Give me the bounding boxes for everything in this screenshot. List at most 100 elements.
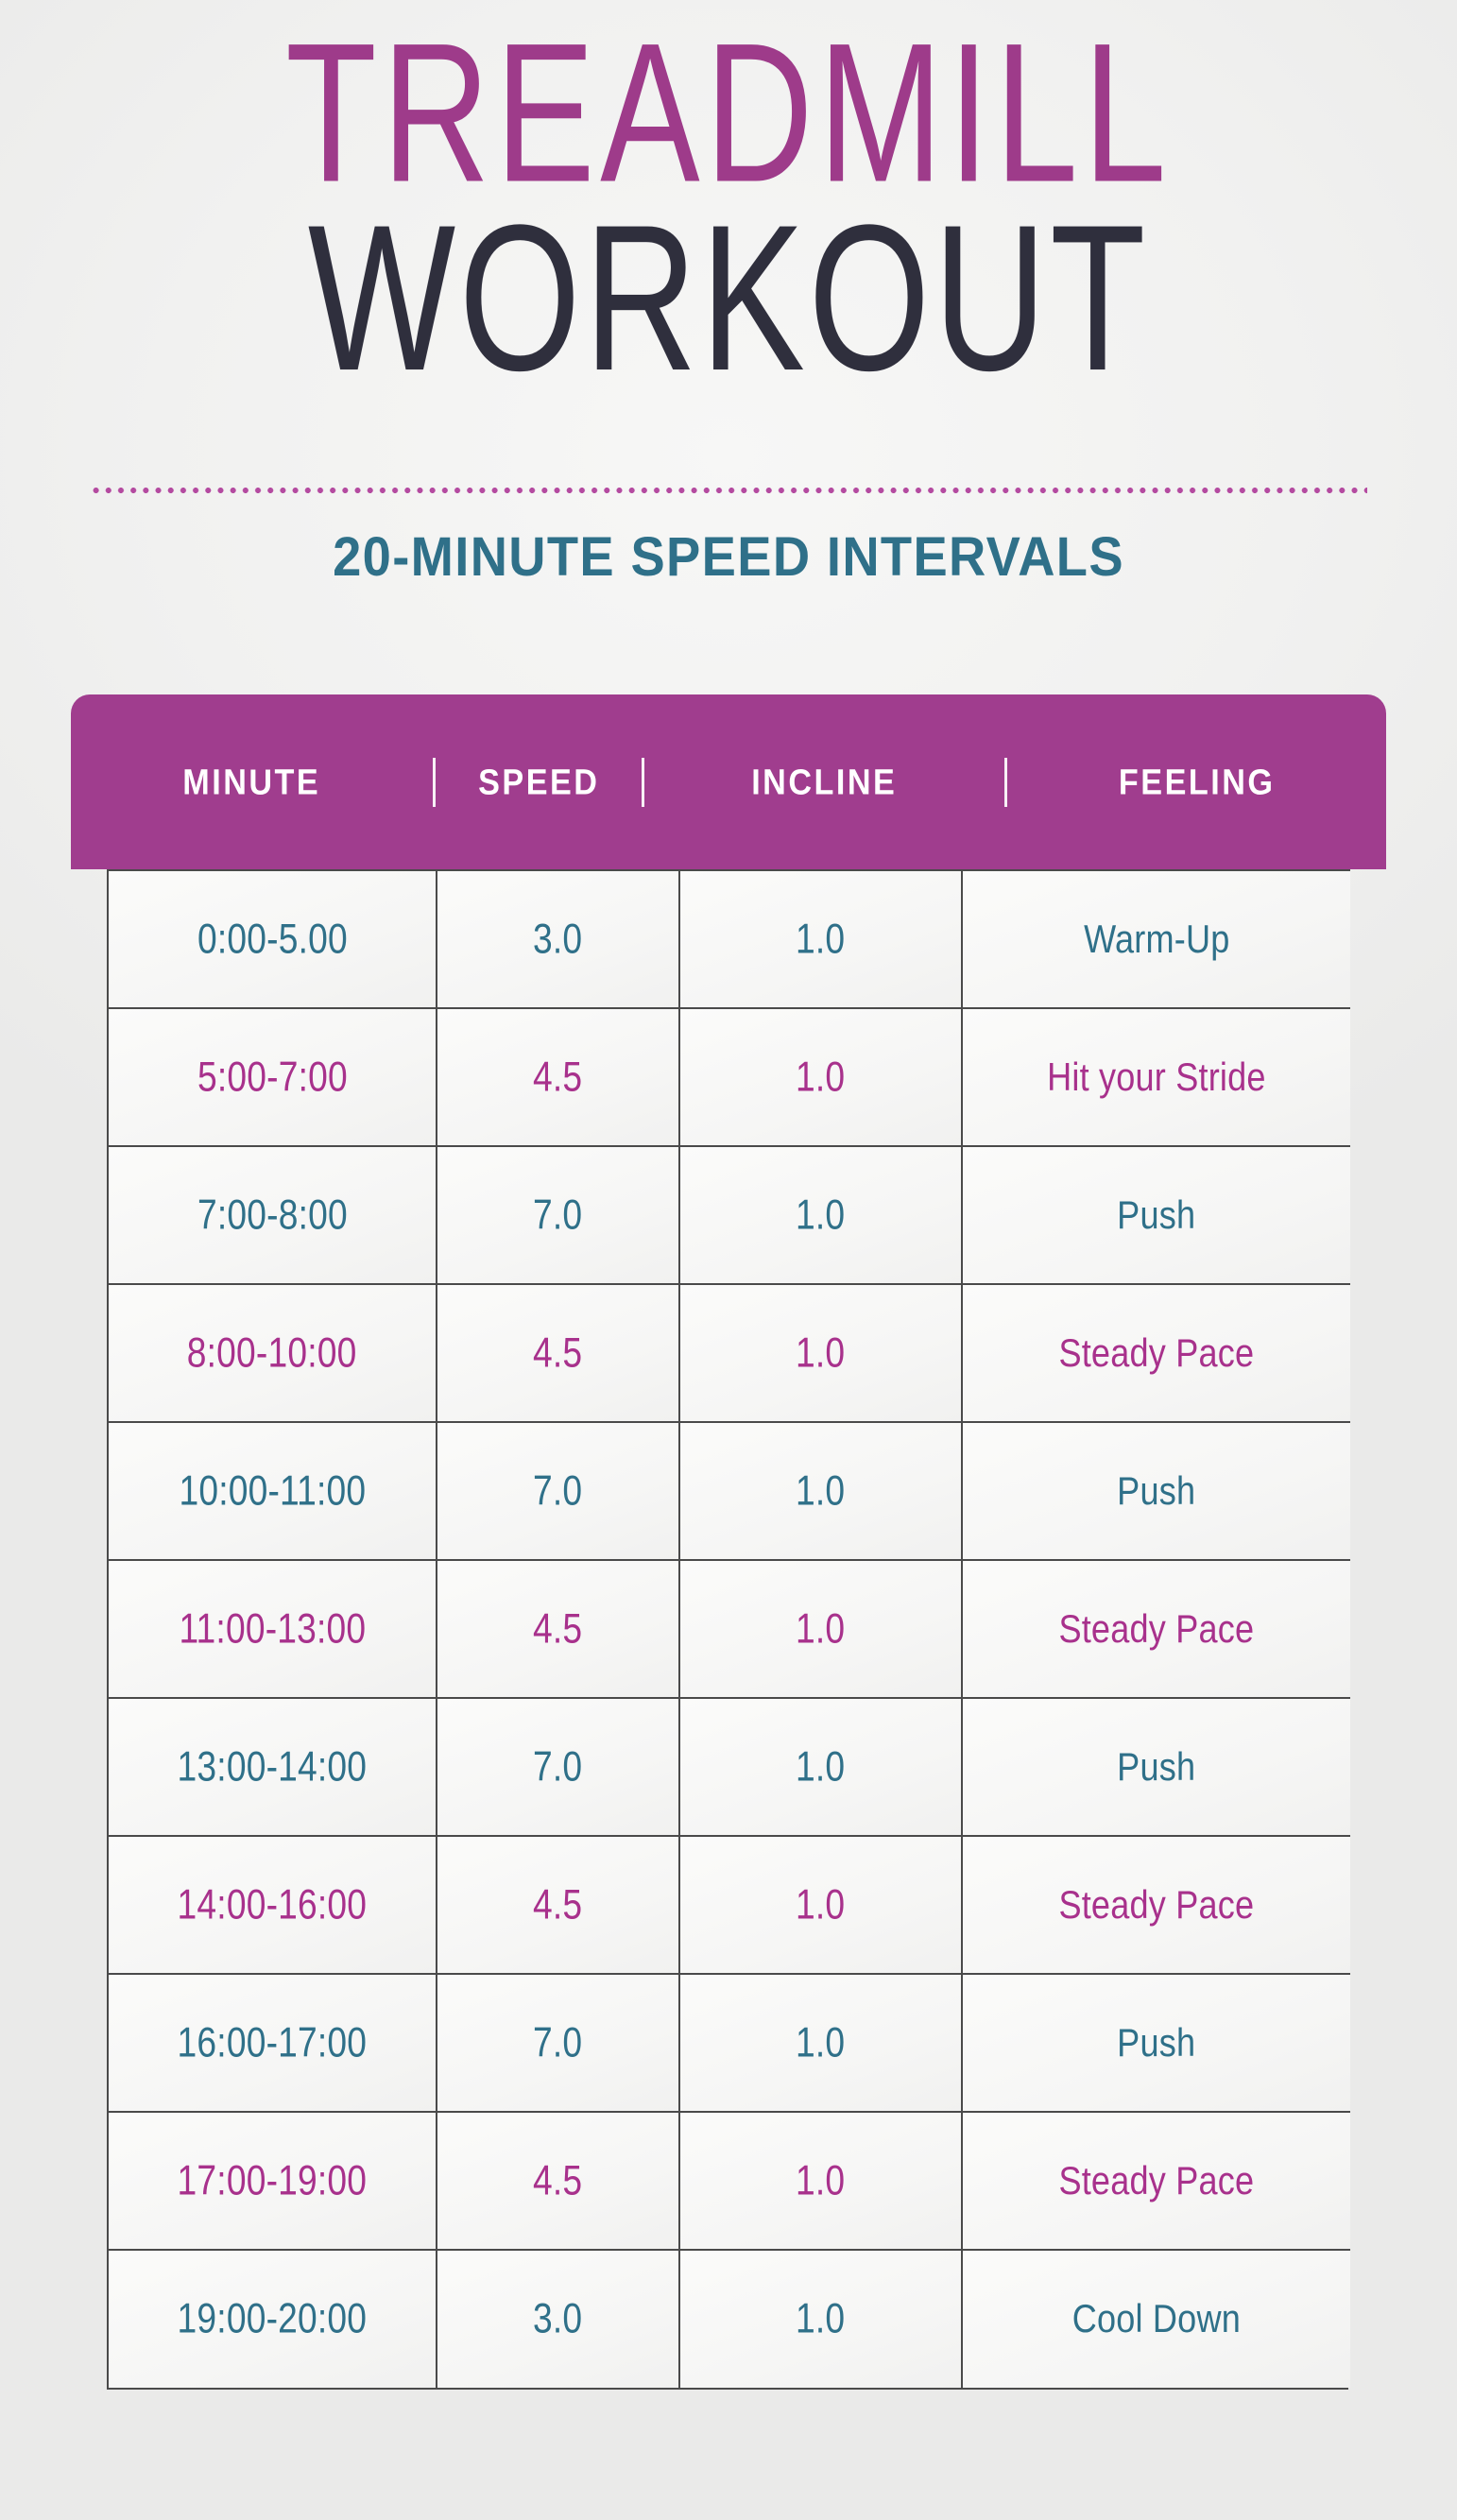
cell-incline: 1.0 xyxy=(678,1421,963,1561)
cell-incline: 1.0 xyxy=(678,2249,963,2388)
table-row: 17:00-19:00 4.5 1.0 Steady Pace xyxy=(109,2111,1350,2251)
cell-minute-text: 11:00-13:00 xyxy=(179,1604,366,1653)
cell-feeling-text: Steady Pace xyxy=(1058,1607,1255,1652)
cell-minute: 17:00-19:00 xyxy=(109,2111,437,2251)
cell-minute: 13:00-14:00 xyxy=(109,1697,437,1837)
cell-feeling: Push xyxy=(961,1421,1350,1561)
cell-speed: 4.5 xyxy=(436,1007,680,1147)
cell-incline-text: 1.0 xyxy=(796,915,846,963)
cell-feeling: Steady Pace xyxy=(961,1559,1350,1699)
cell-minute-text: 5:00-7:00 xyxy=(197,1053,348,1101)
cell-minute-text: 10:00-11:00 xyxy=(179,1466,366,1515)
cell-minute-text: 14:00-16:00 xyxy=(177,1880,368,1929)
cell-incline: 1.0 xyxy=(678,869,963,1009)
cell-speed: 3.0 xyxy=(436,869,680,1009)
title-line-workout: WORKOUT xyxy=(307,182,1150,415)
cell-feeling-text: Push xyxy=(1117,1193,1196,1238)
cell-feeling: Steady Pace xyxy=(961,1283,1350,1423)
table-row: 8:00-10:00 4.5 1.0 Steady Pace xyxy=(109,1283,1350,1423)
column-header-feeling: FEELING xyxy=(1118,761,1276,802)
cell-feeling: Push xyxy=(961,1145,1350,1285)
cell-speed-text: 7.0 xyxy=(533,1742,583,1791)
cell-speed-text: 7.0 xyxy=(533,2018,583,2066)
cell-incline-text: 1.0 xyxy=(796,1742,846,1791)
cell-incline-text: 1.0 xyxy=(796,1466,846,1515)
cell-feeling-text: Push xyxy=(1117,2021,1196,2066)
poster-page: TREADMILL WORKOUT 20-MINUTE SPEED INTERV… xyxy=(0,0,1457,2520)
cell-incline-text: 1.0 xyxy=(796,1604,846,1653)
cell-speed: 4.5 xyxy=(436,1835,680,1975)
cell-feeling: Steady Pace xyxy=(961,1835,1350,1975)
cell-incline: 1.0 xyxy=(678,1007,963,1147)
cell-feeling: Steady Pace xyxy=(961,2111,1350,2251)
cell-feeling: Cool Down xyxy=(961,2249,1350,2388)
cell-speed: 4.5 xyxy=(436,1559,680,1699)
cell-feeling: Push xyxy=(961,1973,1350,2113)
cell-speed: 4.5 xyxy=(436,2111,680,2251)
cell-speed: 3.0 xyxy=(436,2249,680,2388)
table-row: 10:00-11:00 7.0 1.0 Push xyxy=(109,1421,1350,1561)
cell-incline: 1.0 xyxy=(678,1283,963,1423)
table-row: 14:00-16:00 4.5 1.0 Steady Pace xyxy=(109,1835,1350,1975)
cell-incline-text: 1.0 xyxy=(796,1880,846,1929)
table-row: 16:00-17:00 7.0 1.0 Push xyxy=(109,1973,1350,2113)
cell-feeling-text: Warm-Up xyxy=(1083,917,1230,962)
cell-feeling-text: Hit your Stride xyxy=(1047,1055,1266,1100)
cell-minute: 7:00-8:00 xyxy=(109,1145,437,1285)
header-separator-2 xyxy=(642,757,645,807)
cell-speed-text: 4.5 xyxy=(533,1053,583,1101)
cell-feeling: Hit your Stride xyxy=(961,1007,1350,1147)
cell-minute-text: 17:00-19:00 xyxy=(177,2156,368,2204)
cell-minute-text: 13:00-14:00 xyxy=(177,1742,368,1791)
cell-speed-text: 7.0 xyxy=(533,1466,583,1515)
cell-feeling-text: Push xyxy=(1117,1469,1196,1514)
cell-incline: 1.0 xyxy=(678,1145,963,1285)
table-row: 5:00-7:00 4.5 1.0 Hit your Stride xyxy=(109,1007,1350,1147)
cell-speed: 7.0 xyxy=(436,1697,680,1837)
cell-incline: 1.0 xyxy=(678,2111,963,2251)
cell-feeling-text: Cool Down xyxy=(1071,2297,1242,2342)
cell-feeling-text: Steady Pace xyxy=(1058,2159,1255,2203)
workout-table: MINUTE SPEED INCLINE FEELING 0:00-5.00 3.… xyxy=(71,694,1386,2390)
cell-minute: 16:00-17:00 xyxy=(109,1973,437,2113)
cell-minute: 19:00-20:00 xyxy=(109,2249,437,2388)
cell-incline: 1.0 xyxy=(678,1697,963,1837)
cell-incline-text: 1.0 xyxy=(796,1191,846,1239)
cell-feeling-text: Push xyxy=(1117,1745,1196,1790)
cell-speed: 7.0 xyxy=(436,1973,680,2113)
cell-minute: 11:00-13:00 xyxy=(109,1559,437,1699)
cell-feeling-text: Steady Pace xyxy=(1058,1331,1255,1376)
cell-speed-text: 4.5 xyxy=(533,1329,583,1377)
dotted-divider xyxy=(90,486,1367,495)
cell-speed-text: 4.5 xyxy=(533,2156,583,2204)
header-separator-1 xyxy=(432,757,436,807)
cell-speed: 7.0 xyxy=(436,1421,680,1561)
cell-incline: 1.0 xyxy=(678,1559,963,1699)
table-row: 13:00-14:00 7.0 1.0 Push xyxy=(109,1697,1350,1837)
cell-incline-text: 1.0 xyxy=(796,2295,846,2342)
cell-minute-text: 16:00-17:00 xyxy=(177,2018,368,2066)
cell-incline-text: 1.0 xyxy=(796,1053,846,1101)
table-header-row: MINUTE SPEED INCLINE FEELING xyxy=(71,694,1386,869)
cell-incline-text: 1.0 xyxy=(796,2018,846,2066)
cell-speed-text: 4.5 xyxy=(533,1880,583,1929)
table-row: 0:00-5.00 3.0 1.0 Warm-Up xyxy=(109,869,1350,1009)
title-line-treadmill: TREADMILL xyxy=(285,2,1172,224)
cell-speed-text: 7.0 xyxy=(533,1191,583,1239)
cell-feeling-text: Steady Pace xyxy=(1058,1883,1255,1928)
table-row: 11:00-13:00 4.5 1.0 Steady Pace xyxy=(109,1559,1350,1699)
cell-incline-text: 1.0 xyxy=(796,2156,846,2204)
column-header-speed: SPEED xyxy=(477,761,599,802)
cell-incline: 1.0 xyxy=(678,1973,963,2113)
cell-minute-text: 8:00-10:00 xyxy=(187,1329,357,1377)
page-title: TREADMILL WORKOUT xyxy=(0,2,1457,403)
cell-speed-text: 4.5 xyxy=(533,1604,583,1653)
cell-minute: 0:00-5.00 xyxy=(109,869,437,1009)
table-row: 7:00-8:00 7.0 1.0 Push xyxy=(109,1145,1350,1285)
cell-speed: 4.5 xyxy=(436,1283,680,1423)
cell-minute: 8:00-10:00 xyxy=(109,1283,437,1423)
cell-minute-text: 0:00-5.00 xyxy=(197,915,348,963)
cell-incline-text: 1.0 xyxy=(796,1329,846,1377)
subtitle: 20-MINUTE SPEED INTERVALS xyxy=(333,524,1124,588)
cell-feeling: Warm-Up xyxy=(961,869,1350,1009)
